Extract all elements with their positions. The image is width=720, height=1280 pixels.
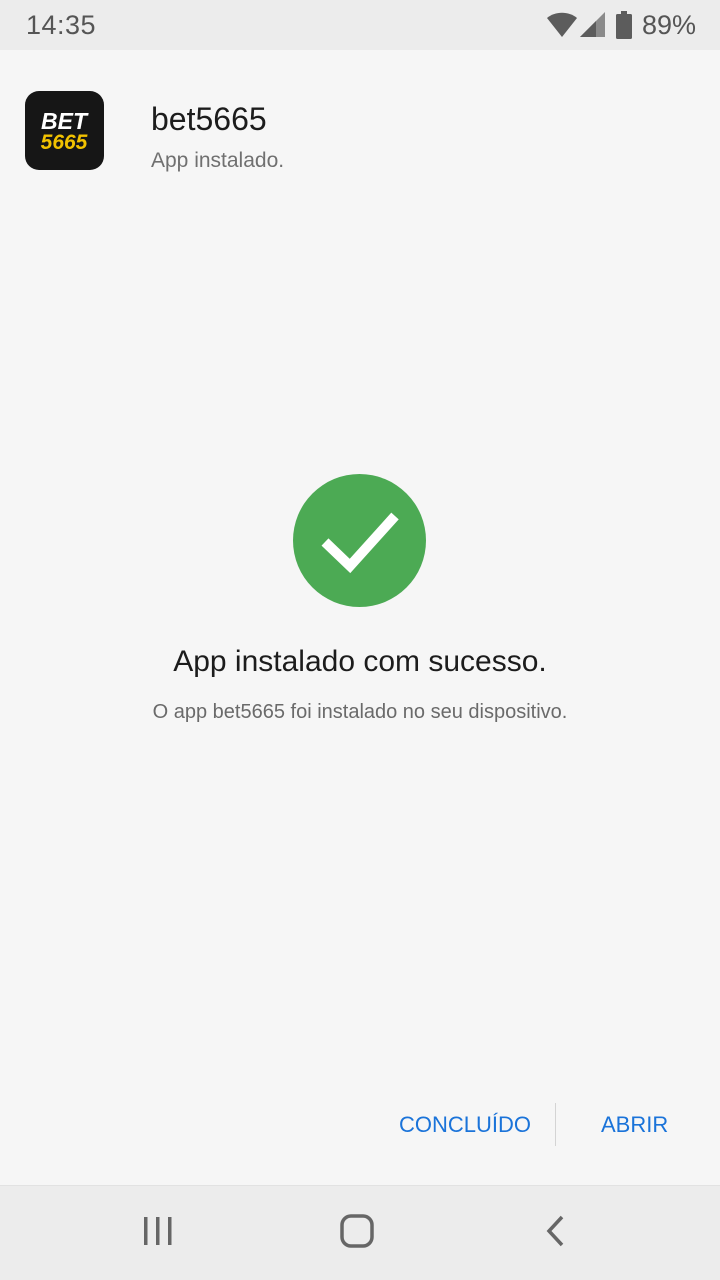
navigation-bar (0, 1185, 720, 1280)
battery-icon (615, 11, 632, 39)
open-button[interactable]: ABRIR (601, 1105, 671, 1145)
app-logo: BET 5665 (25, 91, 104, 170)
signal-icon (579, 12, 606, 38)
check-circle-icon (293, 474, 426, 607)
success-title: App instalado com sucesso. (173, 645, 547, 678)
install-complete-screen: 14:35 89% BET 5665 bet5665 App instalado… (0, 0, 720, 1280)
app-subtitle: App instalado. (151, 149, 285, 172)
app-name: bet5665 (151, 101, 267, 137)
svg-text:5665: 5665 (41, 131, 88, 154)
battery-level: 89% (641, 9, 696, 40)
done-button[interactable]: CONCLUÍDO (399, 1105, 531, 1145)
button-divider (555, 1103, 556, 1146)
back-icon (539, 1214, 573, 1253)
status-time: 14:35 (26, 10, 97, 40)
recents-icon (141, 1214, 175, 1253)
status-bar: 14:35 89% (0, 0, 720, 50)
back-button[interactable] (526, 1208, 586, 1258)
wifi-icon (546, 12, 578, 38)
home-button[interactable] (327, 1208, 387, 1258)
home-icon (339, 1213, 375, 1254)
status-icons: 89% (546, 8, 696, 42)
recents-button[interactable] (128, 1208, 188, 1258)
success-message: O app bet5665 foi instalado no seu dispo… (152, 701, 568, 723)
